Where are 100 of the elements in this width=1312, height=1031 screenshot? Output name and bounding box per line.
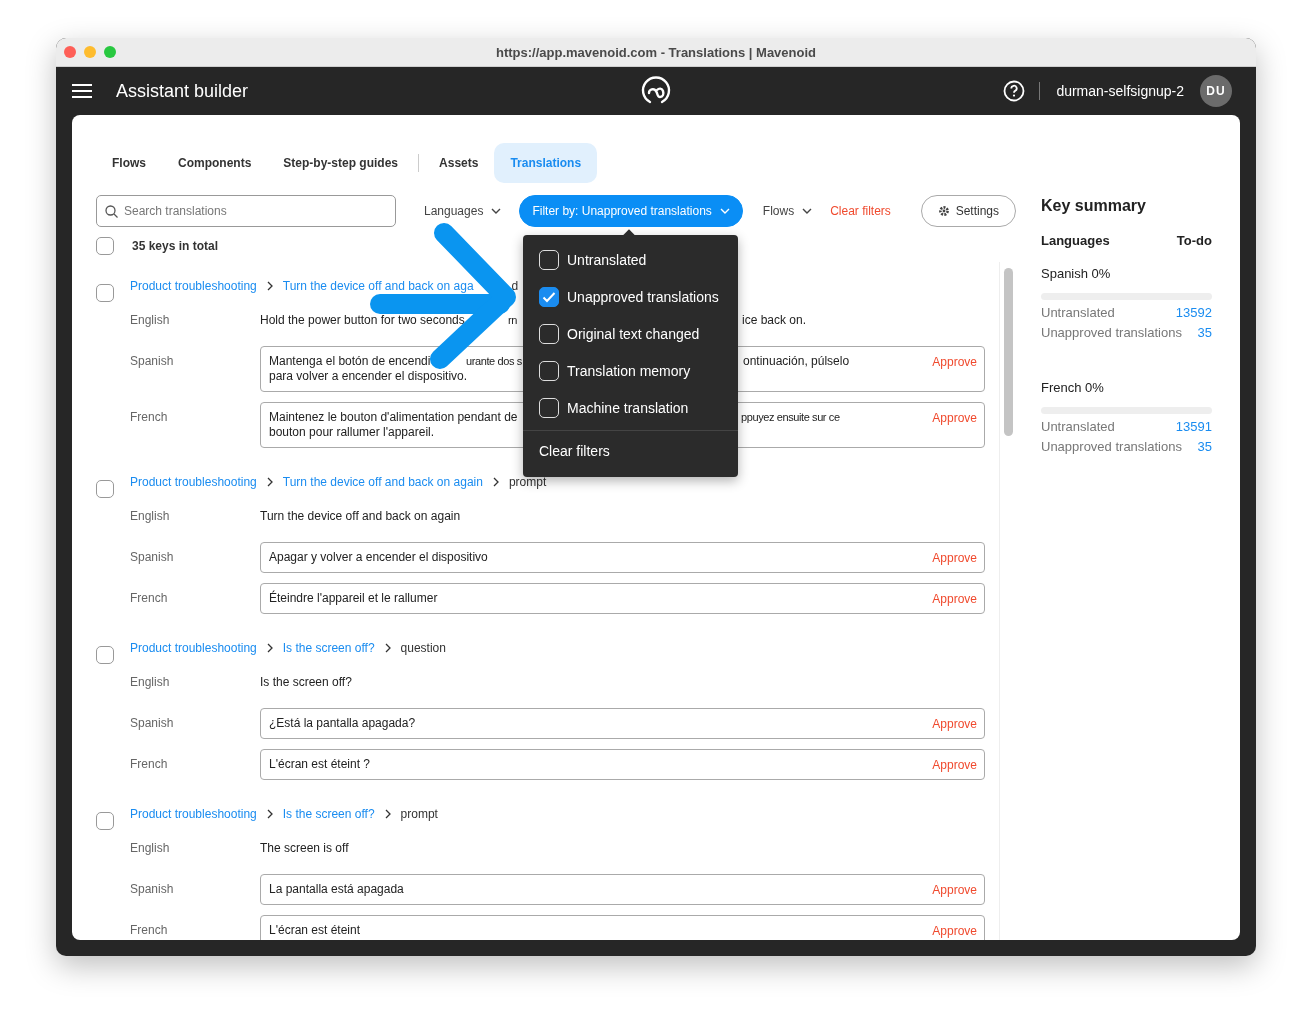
stat-count[interactable]: 35 bbox=[1197, 439, 1212, 454]
text-fragment: ice back on. bbox=[742, 312, 807, 329]
entry-checkbox[interactable] bbox=[96, 812, 114, 830]
language-label: French bbox=[130, 409, 169, 426]
language-label: French bbox=[130, 590, 169, 607]
user-avatar[interactable]: DU bbox=[1200, 75, 1232, 107]
text-fragment: urante dos s bbox=[466, 354, 522, 369]
select-all-checkbox[interactable] bbox=[96, 237, 114, 255]
approve-link[interactable]: Approve bbox=[932, 924, 977, 939]
breadcrumb-link[interactable]: Turn the device off and back on again bbox=[282, 475, 483, 489]
chevron-down-icon bbox=[802, 208, 813, 214]
translation-field[interactable]: Apagar y volver a encender el dispositivo Approve bbox=[260, 542, 985, 573]
language-label: Spanish bbox=[130, 353, 175, 370]
text-fragment: ppuyez ensuite sur ce bbox=[741, 410, 840, 425]
chevron-right-icon bbox=[384, 643, 391, 653]
chevron-right-icon bbox=[266, 809, 273, 819]
source-text: Is the screen off? bbox=[260, 675, 352, 689]
chevron-right-icon bbox=[266, 643, 273, 653]
checkbox[interactable] bbox=[539, 286, 559, 307]
translation-text: ¿Está la pantalla apagada? bbox=[269, 716, 416, 730]
app-title: Assistant builder bbox=[116, 80, 249, 102]
breadcrumb-link[interactable]: Is the screen off? bbox=[282, 807, 375, 821]
chevron-right-icon bbox=[266, 281, 273, 291]
filter-dropdown[interactable]: Filter by: Unapproved translations bbox=[519, 195, 743, 227]
approve-link[interactable]: Approve bbox=[932, 355, 977, 370]
stat-label: Untranslated bbox=[1041, 305, 1115, 320]
breadcrumb-link[interactable]: Product troubleshooting bbox=[130, 807, 257, 821]
language-progress-label: Spanish 0% bbox=[1041, 266, 1112, 281]
language-label: English bbox=[130, 674, 171, 691]
breadcrumb-link[interactable]: Product troubleshooting bbox=[130, 279, 257, 293]
source-text: The screen is off bbox=[260, 841, 349, 855]
help-icon[interactable] bbox=[1003, 80, 1026, 102]
menu-icon[interactable] bbox=[72, 83, 92, 99]
breadcrumb-link[interactable]: Product troubleshooting bbox=[130, 475, 257, 489]
approve-link[interactable]: Approve bbox=[932, 411, 977, 426]
translation-field[interactable]: ¿Está la pantalla apagada? Approve bbox=[260, 708, 985, 739]
translation-text: L'écran est éteint ? bbox=[269, 757, 371, 771]
breadcrumb-link[interactable]: Product troubleshooting bbox=[130, 641, 257, 655]
language-label: English bbox=[130, 508, 171, 525]
approve-link[interactable]: Approve bbox=[932, 758, 977, 773]
user-name[interactable]: durman-selfsignup-2 bbox=[1056, 83, 1184, 99]
approve-link[interactable]: Approve bbox=[932, 551, 977, 566]
breadcrumb-link[interactable]: Turn the device off and back on aga bbox=[282, 279, 474, 293]
language-progress-label: French 0% bbox=[1041, 380, 1105, 395]
scrollbar-thumb[interactable] bbox=[1004, 268, 1013, 436]
language-label: Spanish bbox=[130, 549, 175, 566]
approve-link[interactable]: Approve bbox=[932, 717, 977, 732]
filter-option[interactable]: Untranslated bbox=[523, 241, 738, 278]
language-label: English bbox=[130, 312, 171, 329]
column-header: Languages bbox=[1041, 233, 1110, 248]
language-label: Spanish bbox=[130, 715, 175, 732]
tab[interactable]: Translations bbox=[494, 143, 598, 183]
summary-title: Key summary bbox=[1041, 197, 1147, 215]
flows-dropdown[interactable]: Flows bbox=[762, 204, 813, 218]
search-field[interactable]: Search translations bbox=[96, 195, 396, 227]
stat-count[interactable]: 13592 bbox=[1175, 305, 1212, 320]
text-fragment: rn bbox=[508, 313, 517, 328]
translation-text: La pantalla está apagada bbox=[269, 882, 404, 896]
tab[interactable]: Assets bbox=[423, 143, 495, 183]
zoom-window-button[interactable] bbox=[104, 46, 116, 58]
close-window-button[interactable] bbox=[64, 46, 76, 58]
clear-filters-option[interactable]: Clear filters bbox=[523, 430, 738, 477]
translation-field[interactable]: L'écran est éteint ? Approve bbox=[260, 749, 985, 780]
stat-count[interactable]: 13591 bbox=[1175, 419, 1212, 434]
text-fragment: Hold the power button for two seconds bbox=[260, 312, 465, 329]
entry-checkbox[interactable] bbox=[96, 646, 114, 664]
clear-filters-link[interactable]: Clear filters bbox=[830, 204, 891, 218]
minimize-window-button[interactable] bbox=[84, 46, 96, 58]
entry-checkbox[interactable] bbox=[96, 480, 114, 498]
approve-link[interactable]: Approve bbox=[932, 592, 977, 607]
filter-option[interactable]: Translation memory bbox=[523, 352, 738, 389]
tab[interactable]: Step-by-step guides bbox=[267, 143, 415, 183]
translation-field[interactable]: Éteindre l'appareil et le rallumer Approve bbox=[260, 583, 985, 614]
languages-dropdown[interactable]: Languages bbox=[424, 204, 502, 218]
column-header: To-do bbox=[1176, 233, 1212, 248]
source-text: Turn the device off and back on again bbox=[260, 509, 461, 523]
stat-count[interactable]: 35 bbox=[1197, 325, 1212, 340]
text-fragment: Maintenez le bouton d'alimentation pendant de bbox=[269, 410, 518, 425]
search-icon bbox=[105, 204, 118, 218]
filter-option[interactable]: Machine translation bbox=[523, 389, 738, 426]
translation-text: Apagar y volver a encender el dispositivo bbox=[269, 550, 488, 564]
text-fragment: bouton pour rallumer l'appareil. bbox=[269, 425, 435, 440]
text-fragment: Mantenga el botón de encendi bbox=[269, 354, 431, 369]
translation-text: Éteindre l'appareil et le rallumer bbox=[269, 591, 438, 605]
language-label: French bbox=[130, 922, 169, 939]
breadcrumb-link[interactable]: Is the screen off? bbox=[282, 641, 375, 655]
filter-option[interactable]: Unapproved translations bbox=[523, 278, 738, 315]
translation-field[interactable]: La pantalla está apagada Approve bbox=[260, 874, 985, 905]
stat-label: Unapproved translations bbox=[1041, 439, 1182, 454]
breadcrumb-text: prompt bbox=[508, 475, 547, 489]
chevron-right-icon bbox=[492, 477, 499, 487]
text-fragment: ontinuación, púlselo bbox=[743, 354, 850, 369]
tab[interactable]: Components bbox=[162, 143, 268, 183]
translation-field[interactable]: L'écran est éteint Approve bbox=[260, 915, 985, 940]
entry-checkbox[interactable] bbox=[96, 284, 114, 302]
tab[interactable]: Flows bbox=[96, 143, 162, 183]
breadcrumb-text: d bbox=[511, 279, 519, 293]
approve-link[interactable]: Approve bbox=[932, 883, 977, 898]
window-title: https://app.mavenoid.com - Translations | Mavenoid bbox=[496, 44, 816, 60]
language-label: English bbox=[130, 840, 171, 857]
